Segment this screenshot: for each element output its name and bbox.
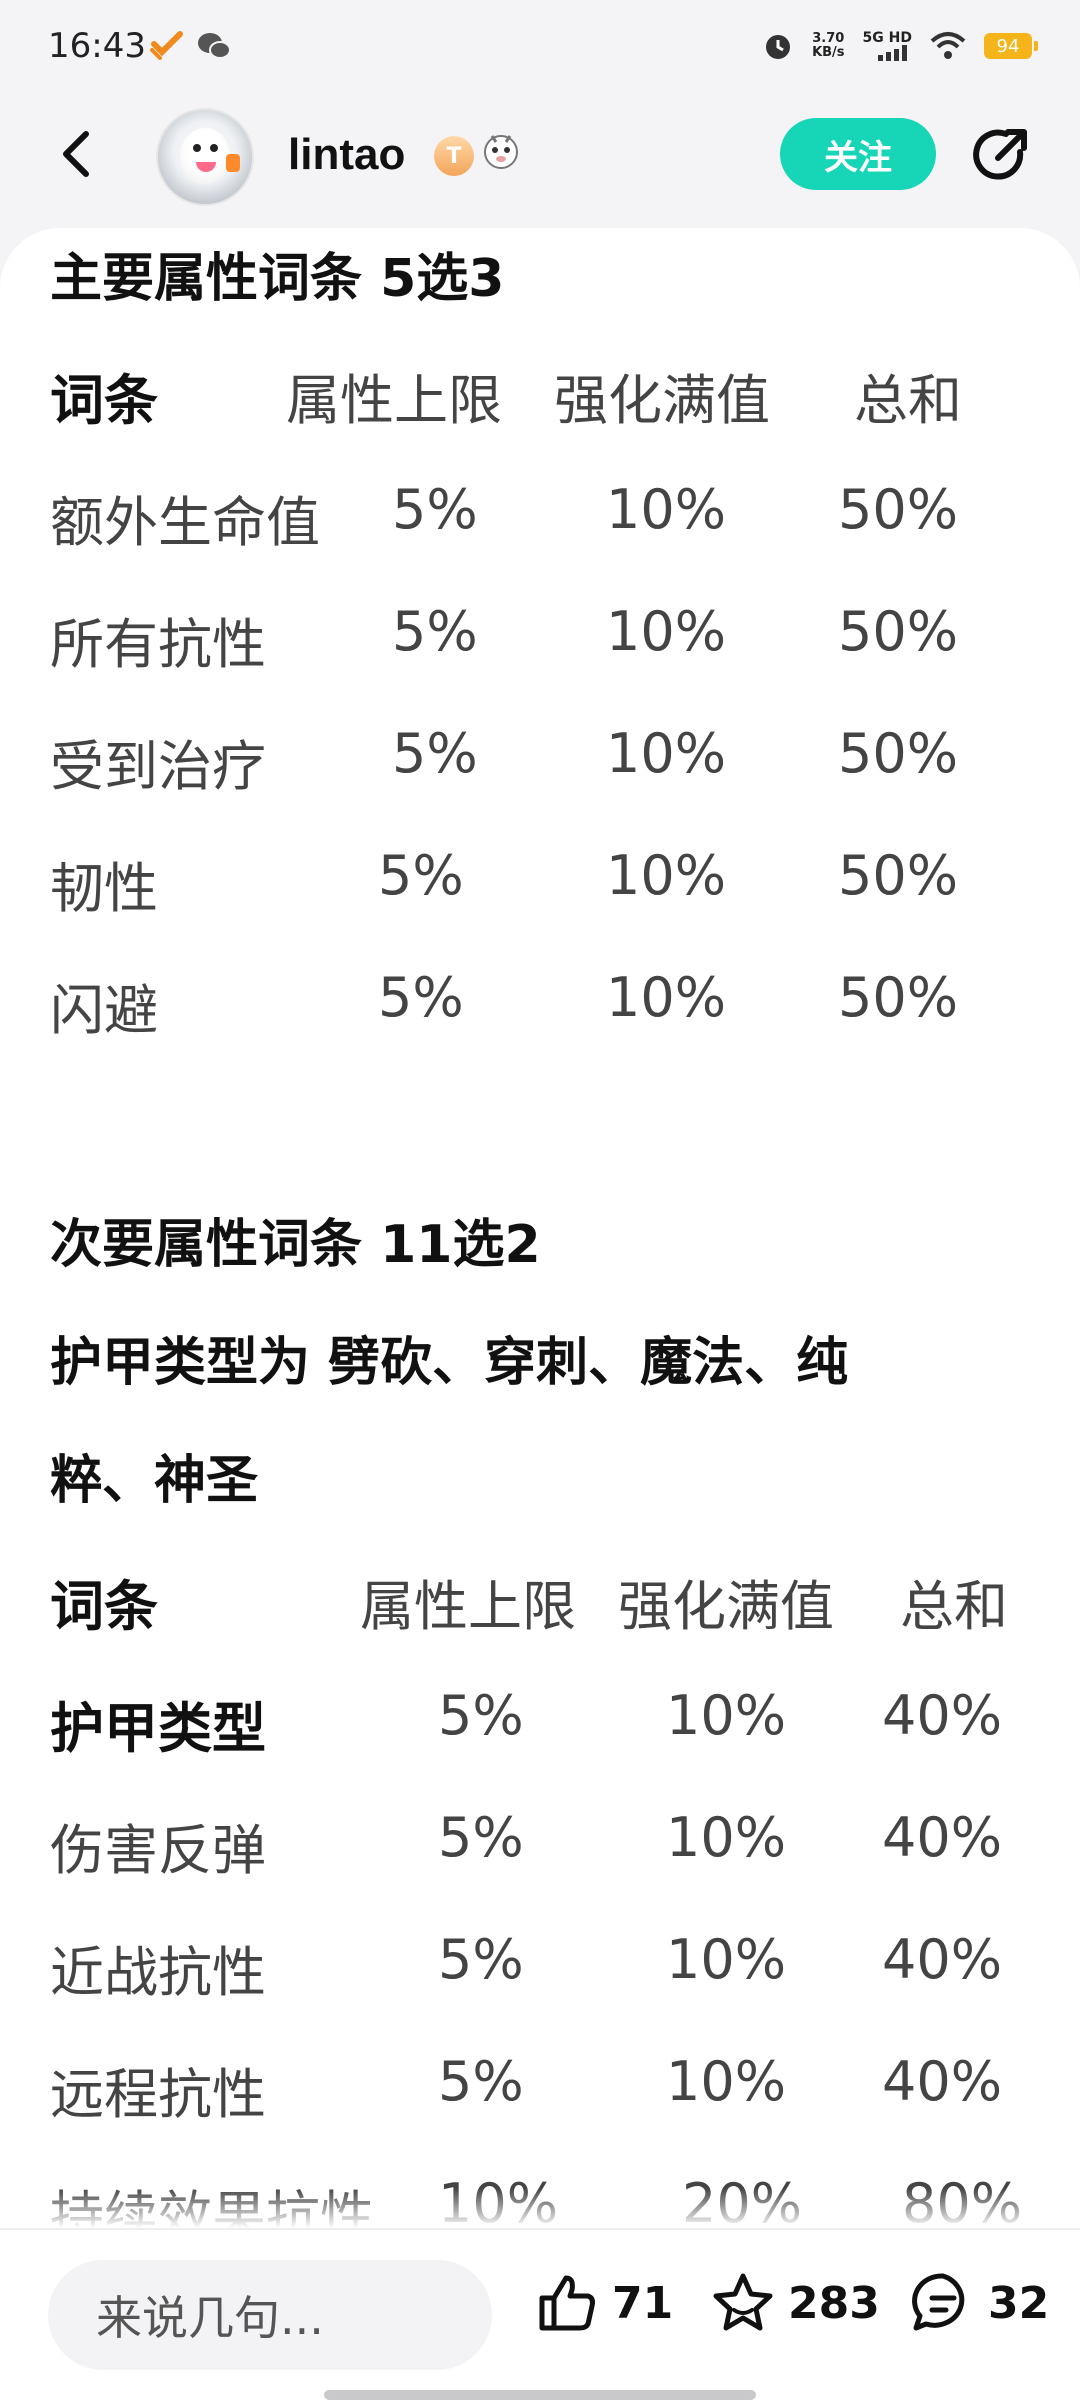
favorite-button[interactable]: 283 [710, 2270, 880, 2336]
scroll-fade [0, 2188, 1080, 2228]
app-notification-icon [150, 31, 183, 60]
row-name: 受到治疗 [50, 735, 266, 798]
row-max: 10% [666, 1806, 787, 1869]
mascot-badge-icon [484, 135, 518, 169]
row-max: 10% [606, 844, 727, 907]
comments-button[interactable]: 32 [910, 2270, 1049, 2336]
row-cap: 5% [392, 478, 478, 541]
main-header-name: 词条 [50, 369, 158, 432]
row-max: 10% [666, 2050, 787, 2113]
wifi-icon [930, 32, 966, 59]
main-header-max: 强化满值 [554, 369, 770, 432]
row-name: 远程抗性 [50, 2063, 266, 2126]
secondary-header-name: 词条 [50, 1575, 158, 1638]
row-name: 额外生命值 [50, 491, 320, 554]
row-total: 50% [838, 600, 959, 663]
row-name: 近战抗性 [50, 1941, 266, 2004]
secondary-header-total: 总和 [900, 1575, 1008, 1638]
row-total: 40% [882, 1806, 1003, 1869]
net-speed: 3.70 KB/s [812, 32, 844, 60]
row-cap: 5% [392, 722, 478, 785]
main-section-title: 主要属性词条 5选3 [50, 249, 505, 309]
row-total: 40% [882, 1928, 1003, 1991]
comment-input[interactable]: 来说几句... [48, 2260, 492, 2370]
row-name: 护甲类型 [50, 1697, 266, 1760]
like-count: 71 [612, 2277, 674, 2329]
net-speed-unit: KB/s [812, 45, 845, 60]
main-header-cap: 属性上限 [286, 369, 502, 432]
row-max: 10% [606, 478, 727, 541]
row-cap: 5% [438, 1928, 524, 1991]
status-bar: 16:43 3.70 KB/s 5G HD 94 [0, 0, 1080, 100]
secondary-note-line2: 粹、神圣 [50, 1451, 259, 1511]
bottom-action-bar: 来说几句... 71 283 32 [0, 2228, 1080, 2402]
row-cap: 5% [438, 2050, 524, 2113]
favorite-count: 283 [788, 2277, 880, 2329]
username[interactable]: lintao [288, 130, 405, 180]
back-arrow-icon[interactable] [52, 126, 108, 182]
row-total: 40% [882, 1684, 1003, 1747]
row-max: 10% [666, 1684, 787, 1747]
net-speed-value: 3.70 [812, 31, 845, 46]
row-total: 50% [838, 966, 959, 1029]
cellular-signal: 5G HD [863, 31, 912, 61]
post-content: 主要属性词条 5选3 词条 属性上限 强化满值 总和 额外生命值 5% 10% … [0, 228, 1080, 2228]
battery-indicator: 94 [984, 33, 1038, 59]
row-total: 40% [882, 2050, 1003, 2113]
wechat-icon [198, 33, 231, 59]
row-total: 50% [838, 478, 959, 541]
level-badge: T [434, 136, 474, 176]
follow-button[interactable]: 关注 [780, 118, 936, 190]
alarm-icon [766, 35, 791, 59]
secondary-header-max: 强化满值 [618, 1575, 834, 1638]
secondary-section-title: 次要属性词条 11选2 [50, 1215, 541, 1275]
row-cap: 5% [378, 966, 464, 1029]
secondary-header-cap: 属性上限 [360, 1575, 576, 1638]
like-button[interactable]: 71 [534, 2270, 673, 2336]
secondary-note-line1: 护甲类型为 劈砍、穿刺、魔法、纯 [50, 1333, 849, 1393]
row-name: 闪避 [50, 979, 158, 1042]
row-max: 10% [666, 1928, 787, 1991]
row-cap: 5% [438, 1806, 524, 1869]
row-cap: 5% [438, 1684, 524, 1747]
row-name: 韧性 [50, 857, 158, 920]
row-max: 10% [606, 600, 727, 663]
status-time: 16:43 [48, 26, 146, 66]
avatar[interactable] [156, 108, 254, 206]
row-total: 50% [838, 844, 959, 907]
share-icon[interactable] [968, 122, 1034, 188]
home-indicator[interactable] [324, 2390, 756, 2400]
post-header: lintao T 关注 [0, 100, 1080, 220]
thumbs-up-icon [539, 2275, 595, 2331]
row-max: 10% [606, 966, 727, 1029]
star-icon [713, 2273, 773, 2331]
network-type: 5G HD [862, 30, 912, 46]
row-cap: 5% [378, 844, 464, 907]
signal-icon [878, 45, 907, 61]
row-max: 10% [606, 722, 727, 785]
row-total: 50% [838, 722, 959, 785]
row-cap: 5% [392, 600, 478, 663]
row-name: 伤害反弹 [50, 1819, 266, 1882]
comment-count: 32 [988, 2277, 1050, 2329]
main-header-total: 总和 [854, 369, 962, 432]
row-name: 所有抗性 [50, 613, 266, 676]
comment-bubble-icon [912, 2273, 965, 2331]
